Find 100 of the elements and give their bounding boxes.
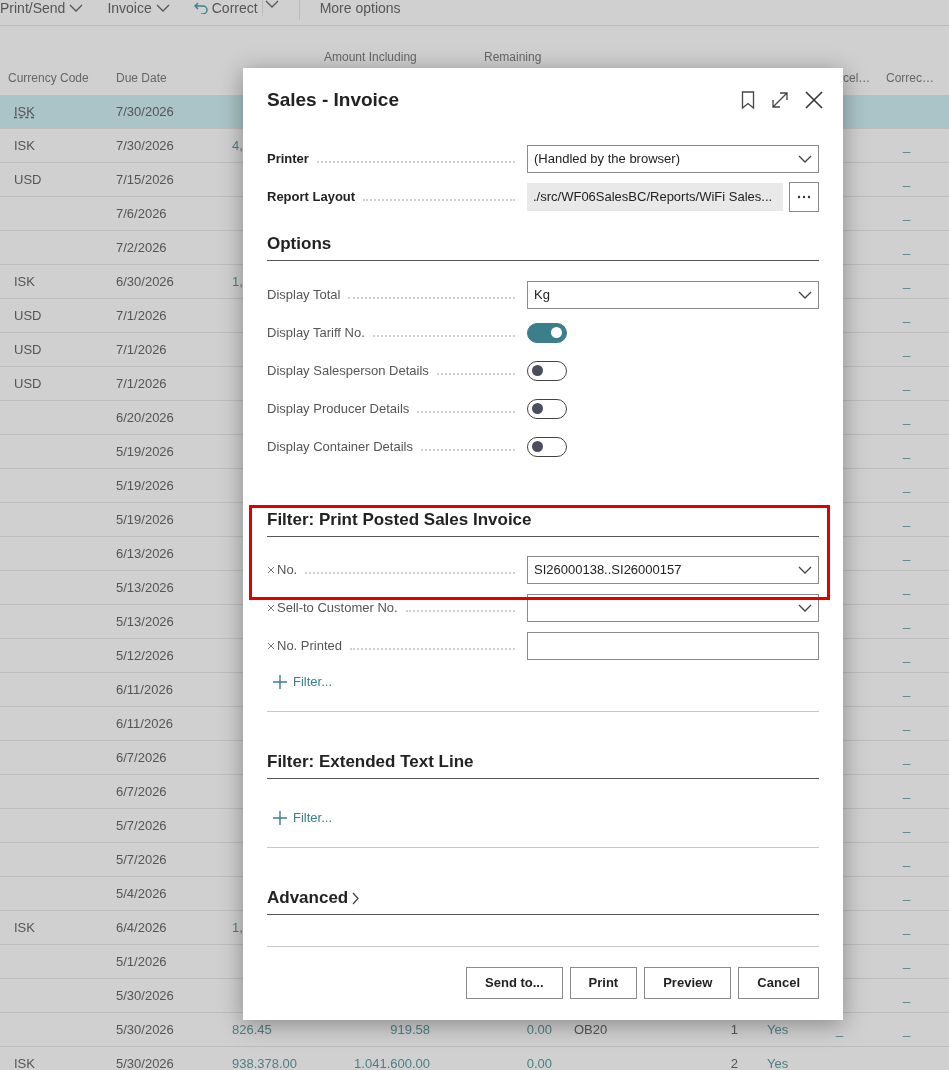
bookmark-icon[interactable] (741, 91, 755, 109)
chevron-down-icon (69, 4, 84, 12)
chevron-down-icon (155, 4, 170, 12)
toggle-switch[interactable] (527, 323, 567, 343)
dropdown-field[interactable]: SI26000138..SI26000157 (527, 556, 819, 584)
table-cell: 919.58 (390, 1021, 430, 1037)
table-cell: USD (14, 341, 42, 357)
field-label: Display Salesperson Details (267, 362, 429, 381)
table-cell: 0.00 (526, 1055, 552, 1070)
toolbar-menu-button[interactable]: Invoice (107, 0, 180, 16)
section-header: Filter: Print Posted Sales Invoice (267, 509, 532, 531)
table-cell: 7/1/2026 (116, 341, 167, 357)
field-label: No. (277, 561, 298, 580)
table-cell: 938.378.00 (232, 1055, 298, 1070)
table-cell: ISK (14, 919, 35, 935)
column-header: Due Date (115, 70, 168, 87)
table-cell: _ (903, 817, 911, 833)
table-cell: 7/6/2026 (116, 205, 167, 221)
dialog-button[interactable]: Preview (644, 967, 732, 999)
column-header: cel… (842, 70, 872, 87)
table-cell: 7/1/2026 (116, 375, 167, 391)
table-cell: 5/19/2026 (116, 443, 174, 459)
field-label: Display Total (267, 286, 341, 305)
table-cell: ISK (14, 1055, 35, 1070)
more-button[interactable] (789, 182, 819, 212)
table-cell: _ (903, 171, 911, 187)
table-cell: 7/2/2026 (116, 239, 167, 255)
table-cell: _ (903, 647, 911, 663)
table-cell: _ (836, 1021, 844, 1037)
table-cell: _ (903, 307, 911, 323)
remove-icon[interactable] (267, 604, 275, 612)
field-label: Display Producer Details (267, 400, 410, 419)
table-cell: 6/7/2026 (116, 783, 167, 799)
plus-icon (273, 811, 287, 825)
table-cell: 5/7/2026 (116, 851, 167, 867)
expand-icon[interactable] (771, 91, 789, 109)
column-header: Remaining (483, 49, 543, 66)
table-cell: _ (903, 443, 911, 459)
table-cell: _ (903, 341, 911, 357)
table-cell: 5/13/2026 (116, 579, 174, 595)
dialog-button[interactable]: Cancel (738, 967, 819, 999)
table-cell: _ (903, 987, 911, 1003)
table-cell: 1, (232, 273, 243, 289)
undo-icon (193, 2, 208, 14)
table-cell: _ (903, 1021, 911, 1037)
dialog-button[interactable]: Send to... (466, 967, 563, 999)
table-cell: _ (903, 851, 911, 867)
table-cell: 5/30/2026 (116, 1055, 174, 1070)
table-cell: 1 (730, 1021, 738, 1037)
table-cell: _ (903, 477, 911, 493)
table-cell: OB20 (574, 1021, 608, 1037)
toggle-switch[interactable] (527, 361, 567, 381)
dialog-title: Sales - Invoice (267, 88, 399, 112)
more-icon (797, 195, 811, 199)
section-header[interactable]: Advanced (267, 885, 349, 911)
table-cell: USD (14, 171, 42, 187)
table-cell: _ (903, 409, 911, 425)
dropdown-field[interactable]: (Handled by the browser) (527, 145, 819, 173)
input-field[interactable] (527, 632, 819, 660)
field-label: Report Layout (267, 188, 356, 207)
toolbar-menu-button[interactable]: Print/Send (0, 0, 94, 16)
table-cell: _ (903, 749, 911, 765)
table-cell: _ (903, 715, 911, 731)
table-row[interactable]: ISK 5/30/2026 938.378.00 1.041.600.00 0.00 2 Yes (0, 1047, 949, 1070)
table-cell: 2 (730, 1055, 738, 1070)
chevron-down-icon (798, 604, 812, 612)
table-cell: 0.00 (526, 1021, 552, 1037)
dialog-button[interactable]: Print (569, 967, 638, 999)
table-cell: 5/13/2026 (116, 613, 174, 629)
remove-icon[interactable] (267, 642, 275, 650)
table-cell: 4, (232, 137, 243, 153)
table-cell: Yes (767, 1055, 789, 1070)
table-cell: USD (14, 375, 42, 391)
table-cell: _ (903, 783, 911, 799)
column-header: Currency Code (7, 70, 90, 87)
toggle-switch[interactable] (527, 437, 567, 457)
plus-icon (273, 675, 287, 689)
toggle-switch[interactable] (527, 399, 567, 419)
table-cell: 7/30/2026 (116, 103, 174, 119)
dropdown-field[interactable] (527, 594, 819, 622)
table-cell: 5/12/2026 (116, 647, 174, 663)
table-cell: _ (903, 681, 911, 697)
close-icon[interactable] (805, 91, 823, 109)
remove-icon[interactable] (267, 566, 275, 574)
table-cell: _ (903, 205, 911, 221)
table-cell: 6/11/2026 (116, 715, 173, 731)
table-cell: 6/11/2026 (116, 681, 173, 697)
add-filter-link[interactable]: Filter... (273, 670, 332, 694)
dropdown-field[interactable]: Kg (527, 281, 819, 309)
table-cell: 5/30/2026 (116, 1021, 174, 1037)
toolbar-button[interactable]: More options (319, 0, 411, 16)
table-cell: _ (903, 579, 911, 595)
table-cell: _ (903, 545, 911, 561)
table-cell: 5/1/2026 (116, 953, 167, 969)
table-cell: 5/30/2026 (116, 987, 174, 1003)
add-filter-link[interactable]: Filter... (273, 806, 332, 830)
table-cell: _ (903, 953, 911, 969)
table-cell: _ (903, 511, 911, 527)
table-cell: 7/30/2026 (116, 137, 174, 153)
toolbar-menu-button[interactable]: Correct (193, 0, 258, 16)
